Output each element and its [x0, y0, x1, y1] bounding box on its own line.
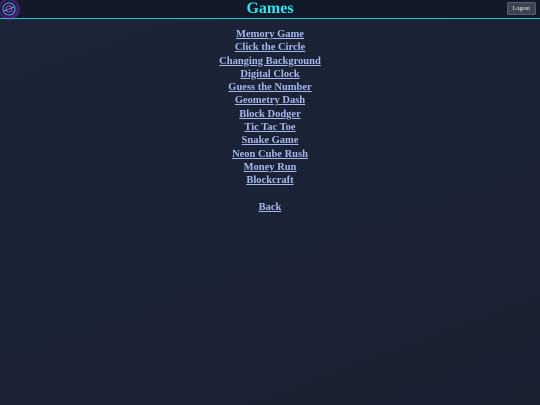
games-list: Memory Game Click the Circle Changing Ba…	[0, 28, 540, 188]
header-bar: Games Logout	[0, 0, 540, 19]
game-link-snake-game[interactable]: Snake Game	[242, 134, 299, 147]
game-link-blockcraft[interactable]: Blockcraft	[246, 174, 293, 187]
game-link-block-dodger[interactable]: Block Dodger	[239, 108, 301, 121]
game-link-click-the-circle[interactable]: Click the Circle	[235, 41, 305, 54]
game-link-geometry-dash[interactable]: Geometry Dash	[235, 94, 305, 107]
game-link-digital-clock[interactable]: Digital Clock	[240, 68, 299, 81]
back-link[interactable]: Back	[259, 202, 282, 213]
game-link-guess-the-number[interactable]: Guess the Number	[228, 81, 311, 94]
game-link-changing-background[interactable]: Changing Background	[219, 55, 321, 68]
game-link-memory-game[interactable]: Memory Game	[236, 28, 304, 41]
game-link-money-run[interactable]: Money Run	[244, 161, 297, 174]
logout-button[interactable]: Logout	[506, 2, 536, 15]
game-link-tic-tac-toe[interactable]: Tic Tac Toe	[244, 121, 295, 134]
game-link-neon-cube-rush[interactable]: Neon Cube Rush	[232, 148, 308, 161]
logo-icon[interactable]	[0, 0, 18, 18]
back-container: Back	[0, 197, 540, 215]
page-title: Games	[246, 0, 294, 17]
